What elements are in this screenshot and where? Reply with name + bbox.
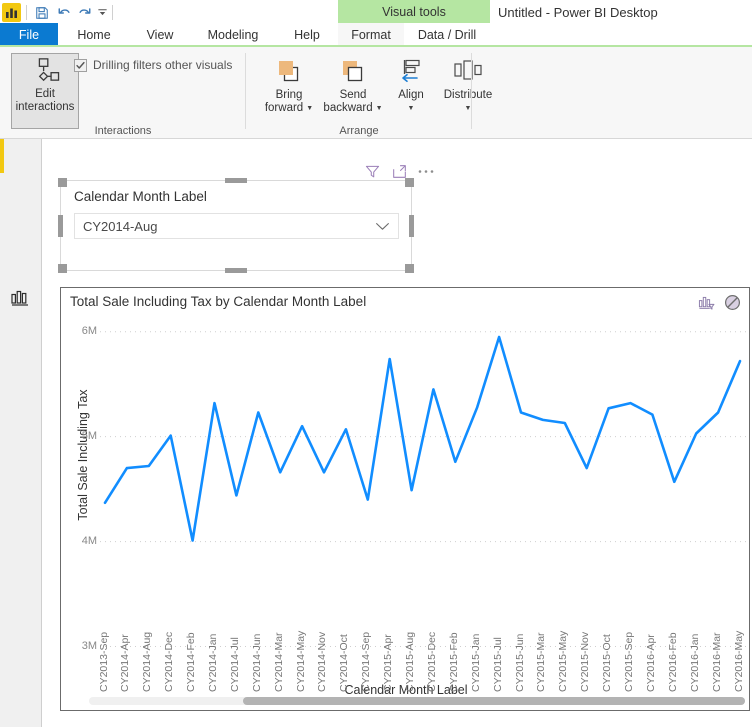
more-options-icon[interactable] bbox=[418, 163, 434, 179]
x-axis-tick-label: CY2014-Oct bbox=[338, 634, 351, 692]
group-label-arrange: Arrange bbox=[339, 125, 379, 137]
x-axis-tick-label: CY2015-Jan bbox=[469, 633, 482, 692]
x-axis-tick-label: CY2014-Jun bbox=[250, 633, 263, 692]
tab-modeling[interactable]: Modeling bbox=[190, 23, 276, 46]
sidebar-item-report-view[interactable] bbox=[11, 290, 31, 308]
drilling-filters-label: Drilling filters other visuals bbox=[93, 58, 233, 72]
horizontal-scrollbar-thumb[interactable] bbox=[243, 697, 745, 705]
ribbon-tab-strip: File Home View Modeling Help Format Data… bbox=[0, 23, 752, 48]
tab-file[interactable]: File bbox=[0, 23, 58, 46]
x-axis-tick-label: CY2015-May bbox=[557, 630, 570, 692]
distribute-label: Distribute bbox=[443, 89, 493, 101]
slicer-dropdown[interactable]: CY2014-Aug bbox=[74, 213, 399, 239]
x-axis-tick-label: CY2016-Feb bbox=[666, 632, 679, 692]
chevron-down-icon[interactable] bbox=[375, 219, 390, 234]
focus-mode-icon[interactable] bbox=[391, 163, 407, 179]
x-axis-tick-label: CY2014-Mar bbox=[272, 632, 285, 692]
edit-interactions-icon bbox=[30, 54, 60, 88]
slicer-title: Calendar Month Label bbox=[74, 189, 207, 204]
x-axis-tick-label: CY2014-Apr bbox=[119, 634, 132, 692]
line-chart-visual[interactable]: Total Sale Including Tax by Calendar Mon… bbox=[60, 287, 750, 711]
undo-icon[interactable] bbox=[54, 3, 74, 22]
x-axis-tick-label: CY2015-Nov bbox=[579, 631, 592, 692]
x-axis-tick-label: CY2015-Mar bbox=[535, 632, 548, 692]
filter-funnel-icon[interactable] bbox=[364, 163, 380, 179]
x-axis-tick-label: CY2014-Nov bbox=[316, 631, 329, 692]
x-axis-tick-label: CY2014-May bbox=[294, 630, 307, 692]
contextual-tab-group-label: Visual tools bbox=[338, 0, 490, 23]
x-axis-tick-label: CY2015-Feb bbox=[447, 632, 460, 692]
x-axis-tick-label: CY2015-Apr bbox=[382, 634, 395, 692]
slicer-selected-value: CY2014-Aug bbox=[83, 218, 158, 234]
x-axis-tick-label: CY2015-Jul bbox=[491, 637, 504, 692]
send-backward-label-line1: Send bbox=[339, 89, 367, 101]
x-axis-tick-label: CY2014-Jan bbox=[206, 633, 219, 692]
horizontal-scrollbar-track[interactable] bbox=[89, 697, 745, 705]
bring-forward-button[interactable]: Bring forward ▼ bbox=[258, 55, 320, 115]
chevron-down-icon[interactable]: ▼ bbox=[306, 105, 313, 112]
bring-forward-label-line2: forward bbox=[264, 102, 304, 114]
power-bi-desktop-window: Visual tools Untitled - Power BI Desktop… bbox=[0, 0, 752, 727]
x-axis-tick-label: CY2014-Dec bbox=[163, 631, 176, 692]
x-axis-tick-label: CY2016-Jan bbox=[688, 633, 701, 692]
slicer-visual[interactable]: Calendar Month Label CY2014-Aug bbox=[60, 180, 412, 271]
report-canvas: Calendar Month Label CY2014-Aug Total Sa… bbox=[43, 139, 752, 727]
x-axis-tick-label: CY2015-Jun bbox=[513, 633, 526, 692]
left-navigation-bar bbox=[0, 139, 42, 727]
x-axis-tick-label: CY2015-Oct bbox=[601, 634, 614, 692]
y-axis-tick-label: 3M bbox=[81, 639, 97, 652]
y-axis-tick-label: 6M bbox=[81, 324, 97, 337]
tab-view[interactable]: View bbox=[130, 23, 190, 46]
y-axis-title: Total Sale Including Tax bbox=[76, 389, 90, 521]
x-axis-tick-label: CY2013-Sep bbox=[97, 631, 110, 692]
send-backward-button[interactable]: Send backward ▼ bbox=[318, 55, 388, 115]
drilling-filters-checkbox[interactable] bbox=[74, 58, 87, 72]
ribbon-group-arrange: Bring forward ▼ Send backward ▼ Align ▼ … bbox=[246, 47, 492, 139]
align-button[interactable]: Align ▼ bbox=[388, 55, 434, 112]
bring-forward-label-line1: Bring bbox=[275, 89, 303, 101]
edit-interactions-button[interactable]: Edit interactions bbox=[11, 53, 79, 129]
x-axis-tick-label: CY2014-Sep bbox=[360, 631, 373, 692]
report-view-selected-accent bbox=[0, 139, 4, 173]
x-axis-tick-label: CY2015-Aug bbox=[404, 631, 417, 692]
window-title: Untitled - Power BI Desktop bbox=[498, 5, 658, 20]
group-label-interactions: Interactions bbox=[94, 125, 152, 137]
align-icon bbox=[397, 55, 425, 89]
redo-icon[interactable] bbox=[74, 3, 94, 22]
y-axis-tick-label: 5M bbox=[81, 429, 97, 442]
edit-interactions-label-line1: Edit bbox=[35, 88, 55, 100]
x-axis-tick-label: CY2016-Mar bbox=[710, 632, 723, 692]
x-axis-tick-label: CY2014-Feb bbox=[185, 632, 198, 692]
distribute-icon bbox=[452, 55, 484, 89]
x-axis-tick-label: CY2014-Jul bbox=[228, 637, 241, 692]
drilling-filters-checkbox-row[interactable]: Drilling filters other visuals bbox=[74, 58, 232, 72]
tab-home[interactable]: Home bbox=[58, 23, 130, 46]
x-axis-tick-label: CY2015-Sep bbox=[623, 631, 636, 692]
align-label: Align bbox=[398, 89, 424, 101]
y-axis-tick-label: 4M bbox=[81, 534, 97, 547]
chevron-down-icon[interactable]: ▼ bbox=[376, 105, 383, 112]
x-axis-tick-label: CY2016-May bbox=[732, 630, 745, 692]
power-bi-logo-icon bbox=[2, 3, 21, 22]
tab-data-drill[interactable]: Data / Drill bbox=[404, 23, 490, 46]
x-axis-tick-label: CY2014-Aug bbox=[141, 631, 154, 692]
x-axis-tick-label: CY2016-Apr bbox=[644, 634, 657, 692]
send-backward-icon bbox=[338, 55, 368, 89]
bring-forward-icon bbox=[274, 55, 304, 89]
send-backward-label-line2: backward bbox=[323, 102, 373, 114]
ribbon-body: Edit interactions Drilling filters other… bbox=[0, 47, 752, 139]
quick-access-toolbar: Visual tools Untitled - Power BI Desktop bbox=[0, 0, 752, 25]
tab-format[interactable]: Format bbox=[338, 23, 404, 48]
tab-help[interactable]: Help bbox=[276, 23, 338, 46]
chevron-down-icon[interactable]: ▼ bbox=[408, 105, 415, 112]
ribbon-group-interactions: Edit interactions Drilling filters other… bbox=[0, 47, 246, 139]
x-axis-tick-label: CY2015-Dec bbox=[425, 631, 438, 692]
customize-qat-icon[interactable] bbox=[92, 3, 112, 22]
edit-interactions-label-line2: interactions bbox=[15, 101, 75, 113]
save-icon[interactable] bbox=[32, 3, 52, 22]
distribute-button[interactable]: Distribute ▼ bbox=[434, 55, 502, 112]
slicer-visual-header bbox=[364, 161, 444, 181]
